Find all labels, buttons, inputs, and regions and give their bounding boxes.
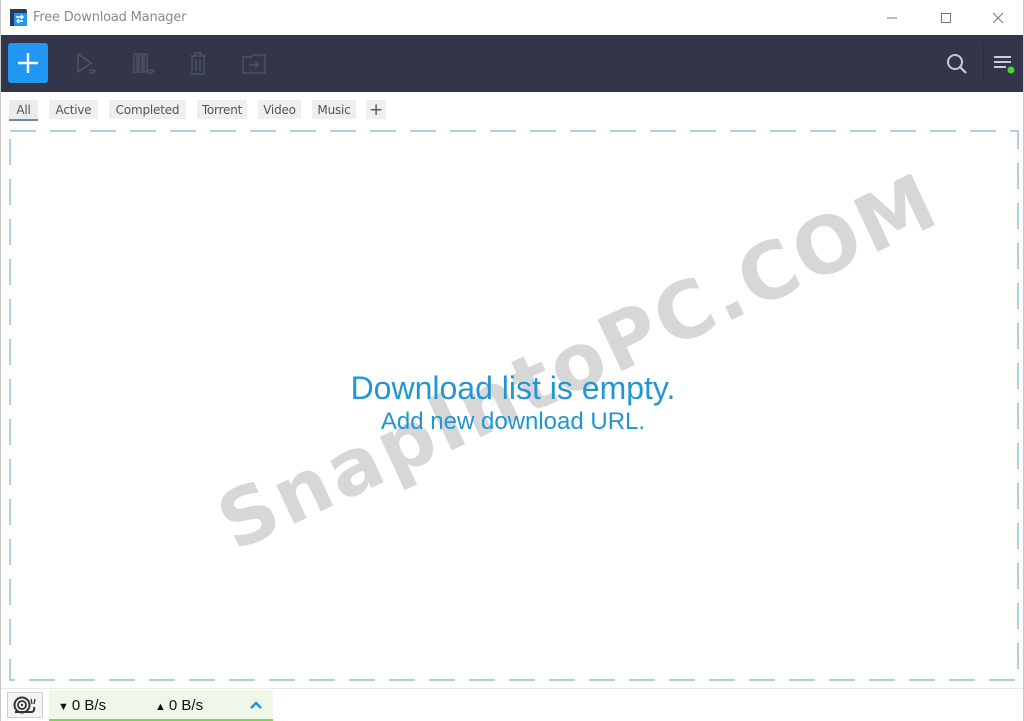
download-speed-value: 0 B/s <box>71 697 107 714</box>
upload-speed-value: 0 B/s <box>168 697 204 714</box>
delete-button[interactable] <box>183 49 213 79</box>
plus-icon <box>18 53 38 73</box>
snail-icon <box>13 696 36 714</box>
download-arrow-icon: ▼ <box>58 701 69 713</box>
search-icon <box>947 54 967 74</box>
add-tab-button[interactable]: + <box>366 100 386 120</box>
minimize-button[interactable] <box>869 0 915 35</box>
download-speed: ▼ 0 B/s <box>58 697 106 714</box>
trash-icon <box>190 52 206 75</box>
start-button[interactable] <box>71 49 101 79</box>
tab-torrent[interactable]: Torrent <box>197 100 247 119</box>
maximize-button[interactable] <box>923 0 969 35</box>
status-bar: ▼ 0 B/s ▲ 0 B/s <box>1 688 1023 721</box>
app-window: Free Download Manager All Active Complet… <box>0 0 1024 721</box>
move-to-folder-button[interactable] <box>239 49 269 79</box>
main-menu-button[interactable] <box>989 49 1019 79</box>
folder-icon <box>242 54 266 74</box>
close-icon <box>992 12 1004 23</box>
tab-all[interactable]: All <box>9 100 38 121</box>
upload-arrow-icon: ▲ <box>155 701 166 713</box>
menu-icon <box>994 56 1015 74</box>
speed-panel[interactable]: ▼ 0 B/s ▲ 0 B/s <box>49 690 273 721</box>
empty-state: Download list is empty. Add new download… <box>1 368 1024 436</box>
search-button[interactable] <box>942 49 972 79</box>
add-download-button[interactable] <box>8 43 48 83</box>
empty-state-title: Download list is empty. <box>350 370 676 406</box>
tab-music[interactable]: Music <box>312 100 356 119</box>
window-title: Free Download Manager <box>33 10 187 25</box>
app-logo-icon <box>10 9 27 26</box>
pause-button[interactable] <box>128 49 158 79</box>
filter-tabs: All Active Completed Torrent Video Music… <box>1 92 1023 128</box>
tab-completed[interactable]: Completed <box>109 100 186 119</box>
tab-video[interactable]: Video <box>258 100 301 119</box>
maximize-icon <box>941 12 951 23</box>
speed-limit-button[interactable] <box>7 692 43 718</box>
close-button[interactable] <box>975 0 1021 35</box>
tab-active[interactable]: Active <box>49 100 98 119</box>
upload-speed: ▲ 0 B/s <box>155 697 203 714</box>
minimize-icon <box>887 17 897 18</box>
play-icon <box>77 52 97 74</box>
toolbar-divider <box>983 43 984 83</box>
pause-icon <box>133 53 156 74</box>
title-bar: Free Download Manager <box>1 0 1023 35</box>
add-url-link[interactable]: Add new download URL. <box>381 408 645 436</box>
chevron-up-icon[interactable] <box>248 698 264 712</box>
toolbar <box>1 35 1023 92</box>
